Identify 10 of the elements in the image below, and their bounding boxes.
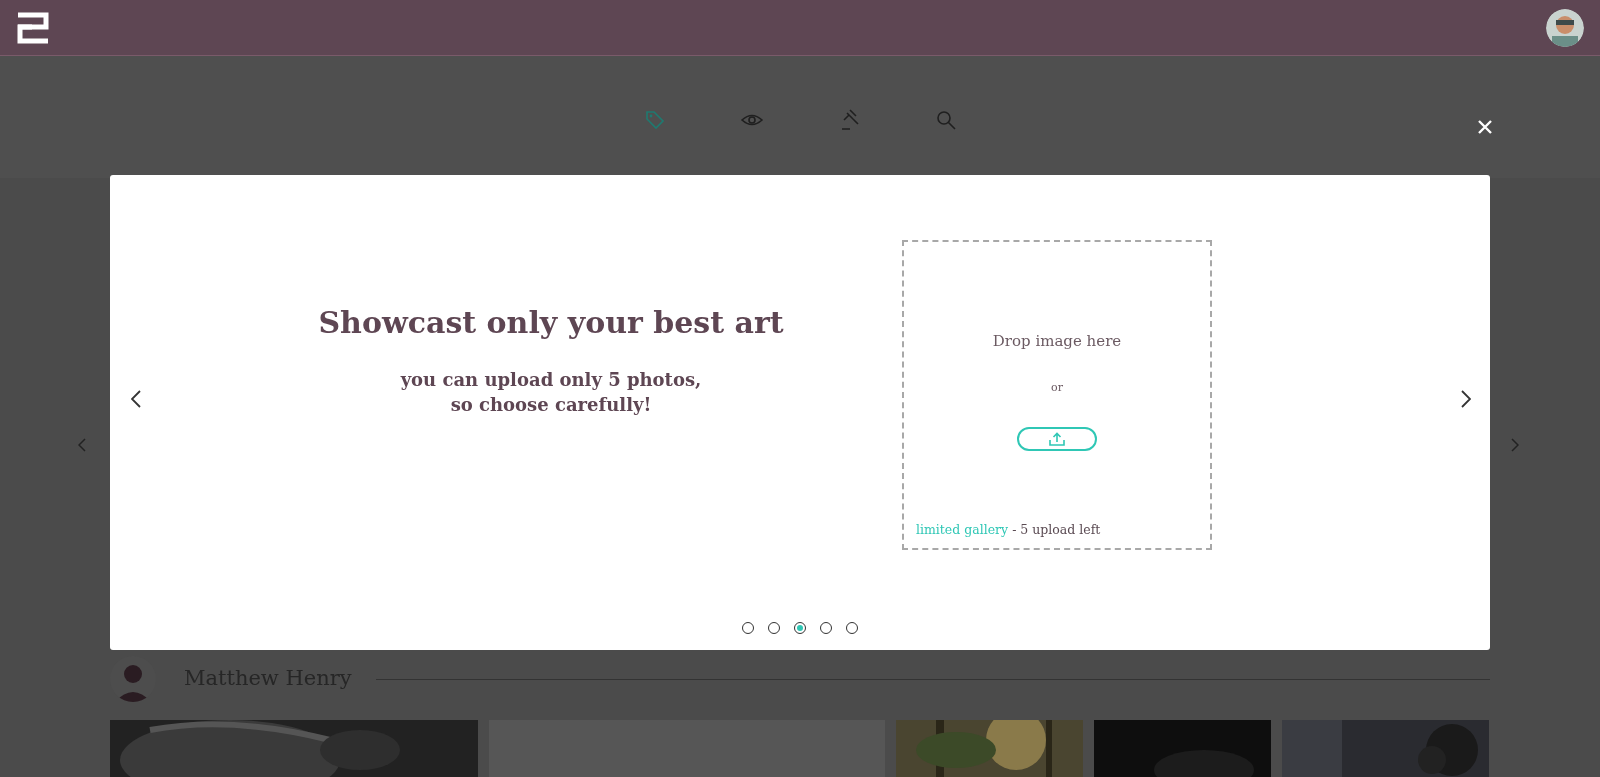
slide-title: Showcast only your best art	[318, 304, 784, 342]
chevron-left-icon	[78, 438, 86, 452]
slide-subtitle: you can upload only 5 photos,	[400, 368, 702, 392]
upload-icon	[1049, 431, 1065, 446]
chevron-right-icon	[1511, 438, 1519, 452]
logo-icon[interactable]	[16, 10, 50, 45]
drop-prompt: Drop image here	[992, 330, 1122, 352]
separator-text: or	[1051, 380, 1063, 396]
upload-count: - 5 upload left	[1012, 521, 1101, 537]
slide-subtitle: so choose carefully!	[450, 393, 652, 417]
